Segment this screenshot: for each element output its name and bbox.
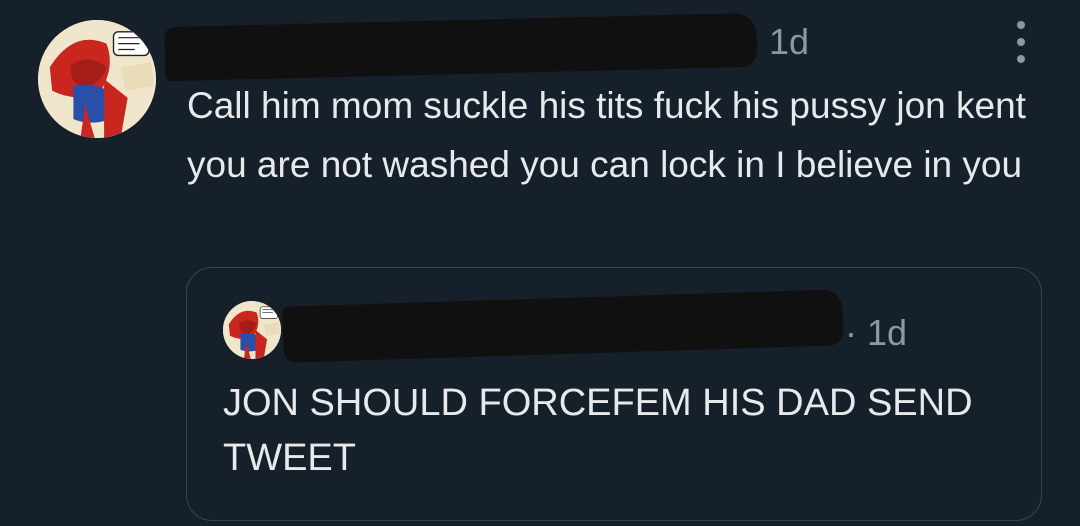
more-options-icon[interactable]	[1002, 21, 1040, 63]
quoted-tweet[interactable]: · 1d JON SHOULD FORCEFEM HIS DAD SEND TW…	[186, 267, 1042, 521]
tweet-timestamp[interactable]: 1d	[769, 20, 809, 64]
dot	[1017, 21, 1025, 29]
tweet-text: Call him mom suckle his tits fuck his pu…	[187, 85, 1026, 185]
quoted-user-avatar[interactable]	[223, 301, 281, 359]
quoted-tweet-text: JON SHOULD FORCEFEM HIS DAD SEND TWEET	[223, 382, 973, 479]
redacted-quoted-username	[282, 289, 844, 363]
redacted-username	[164, 12, 758, 82]
dot	[1017, 38, 1025, 46]
dot	[1017, 55, 1025, 63]
avatar-image	[38, 20, 156, 138]
quoted-tweet-timestamp[interactable]: · 1d	[845, 311, 907, 355]
avatar-image	[223, 301, 281, 359]
tweet: 1d Call him mom suckle his tits fuck his…	[0, 0, 1080, 526]
user-avatar[interactable]	[38, 20, 156, 138]
